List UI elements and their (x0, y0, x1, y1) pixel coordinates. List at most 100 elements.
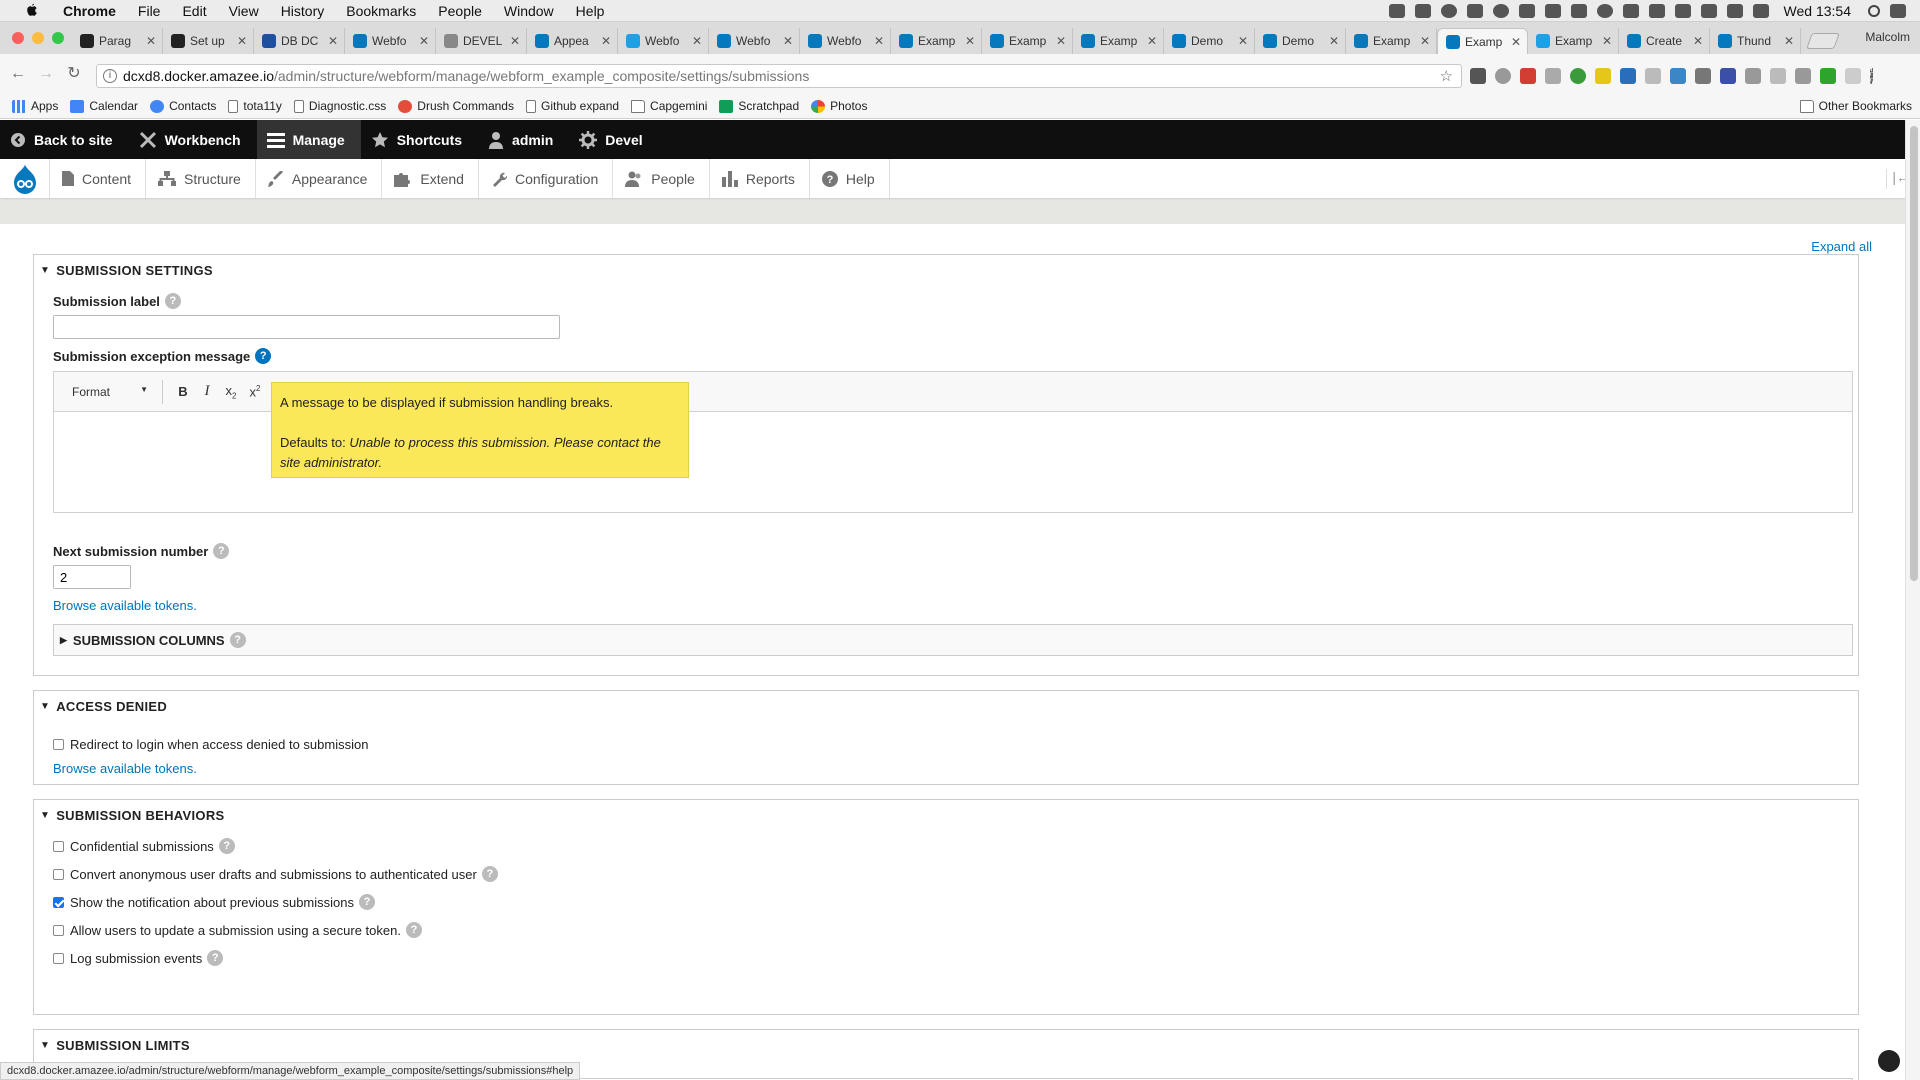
admin-configuration-link[interactable]: Configuration (479, 159, 614, 198)
uk-flag-icon[interactable] (1752, 4, 1769, 18)
address-bar[interactable]: i dcxd8.docker.amazee.io/admin/structure… (96, 64, 1462, 88)
forward-arrow-icon[interactable]: → (36, 64, 56, 84)
pencil-ext-icon[interactable] (1795, 68, 1811, 84)
access-denied-legend[interactable]: ▼ ACCESS DENIED (40, 699, 167, 714)
bluetooth-icon[interactable] (1674, 4, 1691, 18)
browser-tab[interactable]: Demo ✕ (1164, 28, 1255, 54)
behavior-checkbox-row[interactable]: Confidential submissions? (53, 838, 235, 854)
i-ext-icon[interactable] (1720, 68, 1736, 84)
browser-tab[interactable]: DB DC ✕ (254, 28, 345, 54)
browser-tab[interactable]: Webfo ✕ (800, 28, 891, 54)
browser-tab[interactable]: Examp ✕ (1073, 28, 1164, 54)
menu-file[interactable]: File (127, 3, 172, 19)
back-to-site-link[interactable]: Back to site (0, 120, 129, 159)
close-tab-icon[interactable]: ✕ (237, 34, 247, 48)
menu-help[interactable]: Help (565, 3, 616, 19)
submission-limits-legend[interactable]: ▼ SUBMISSION LIMITS (40, 1038, 190, 1053)
new-tab-button[interactable] (1806, 33, 1840, 49)
expand-all-link[interactable]: Expand all (1811, 239, 1872, 254)
bookmark-drush-commands[interactable]: Drush Commands (398, 99, 514, 113)
spotlight-icon[interactable] (1868, 5, 1880, 17)
cloud-ext-icon[interactable] (1645, 68, 1661, 84)
submission-behaviors-legend[interactable]: ▼ SUBMISSION BEHAVIORS (40, 808, 224, 823)
menu-window[interactable]: Window (493, 3, 565, 19)
subscript-button[interactable]: x2 (219, 383, 243, 401)
bookmark-github-expand[interactable]: Github expand (525, 99, 619, 113)
help-icon[interactable]: ? (207, 950, 224, 966)
browser-tab[interactable]: Thund ✕ (1710, 28, 1801, 54)
dropbox-icon[interactable] (1414, 4, 1431, 18)
behavior-checkbox-row[interactable]: Allow users to update a submission using… (53, 922, 422, 938)
browser-tab[interactable]: Set up ✕ (163, 28, 254, 54)
admin-reports-link[interactable]: Reports (710, 159, 810, 198)
close-tab-icon[interactable]: ✕ (419, 34, 429, 48)
close-tab-icon[interactable]: ✕ (328, 34, 338, 48)
format-select[interactable]: Format ▼ (54, 385, 154, 399)
screenshot-ext-icon[interactable] (1545, 68, 1561, 84)
grey-ext-icon[interactable] (1845, 68, 1861, 84)
italic-button[interactable]: I (195, 383, 219, 400)
menu-app-name[interactable]: Chrome (52, 3, 127, 19)
lock-ext-icon[interactable] (1670, 68, 1686, 84)
submission-columns-details[interactable]: ▶ SUBMISSION COLUMNS? (53, 624, 1853, 656)
tab-ext-icon[interactable] (1620, 68, 1636, 84)
close-tab-icon[interactable]: ✕ (1511, 35, 1521, 49)
admin-appearance-link[interactable]: Appearance (256, 159, 383, 198)
help-icon[interactable]: ? (213, 543, 230, 559)
close-tab-icon[interactable]: ✕ (1056, 34, 1066, 48)
help-icon[interactable]: ? (164, 293, 181, 309)
bookmark-diagnostic-css[interactable]: Diagnostic.css (293, 99, 386, 113)
checkbox[interactable] (53, 952, 64, 964)
scrollbar-thumb[interactable] (1910, 126, 1918, 581)
checkbox[interactable] (53, 924, 64, 936)
close-tab-icon[interactable]: ✕ (146, 34, 156, 48)
menu-people[interactable]: People (427, 3, 493, 19)
b-ext-icon[interactable] (1695, 68, 1711, 84)
checkbox[interactable] (53, 739, 64, 750)
menu-edit[interactable]: Edit (171, 3, 217, 19)
cloud-icon[interactable] (1440, 4, 1457, 18)
close-tab-icon[interactable]: ✕ (601, 34, 611, 48)
bookmark-capgemini[interactable]: Capgemini (631, 99, 707, 113)
behavior-checkbox-row[interactable]: Log submission events? (53, 950, 224, 966)
notification-center-icon[interactable] (1890, 4, 1906, 18)
behavior-checkbox-row[interactable]: Show the notification about previous sub… (53, 894, 375, 910)
browser-tab[interactable]: DEVEL ✕ (436, 28, 527, 54)
battery-icon[interactable] (1726, 4, 1743, 18)
notification-icon[interactable] (1492, 4, 1509, 18)
settings-ext-icon[interactable] (1495, 68, 1511, 84)
close-tab-icon[interactable]: ✕ (1784, 34, 1794, 48)
admin-extend-link[interactable]: Extend (382, 159, 479, 198)
bookmark-star-icon[interactable]: ☆ (1440, 67, 1453, 85)
glasses-icon[interactable] (1622, 4, 1639, 18)
help-icon[interactable]: ? (218, 838, 235, 854)
close-tab-icon[interactable]: ✕ (1693, 34, 1703, 48)
evernote-icon[interactable] (1518, 4, 1535, 18)
checkbox[interactable] (53, 896, 64, 908)
close-window-button[interactable] (12, 32, 24, 44)
browser-tab[interactable]: Examp ✕ (891, 28, 982, 54)
bookmark-calendar[interactable]: Calendar (70, 99, 138, 113)
admin-structure-link[interactable]: Structure (146, 159, 256, 198)
apple-icon[interactable] (22, 3, 42, 19)
wifi-icon[interactable] (1700, 4, 1717, 18)
bookmark-photos[interactable]: Photos (811, 99, 867, 113)
admin-help-link[interactable]: ? Help (810, 159, 890, 198)
close-tab-icon[interactable]: ✕ (1147, 34, 1157, 48)
browser-tab[interactable]: Examp ✕ (1346, 28, 1437, 54)
bulb-ext-icon[interactable] (1595, 68, 1611, 84)
user-tab[interactable]: admin (478, 120, 569, 159)
close-tab-icon[interactable]: ✕ (874, 34, 884, 48)
behavior-checkbox-row[interactable]: Convert anonymous user drafts and submis… (53, 866, 498, 882)
checkbox[interactable] (53, 868, 64, 880)
browser-tab[interactable]: Demo ✕ (1255, 28, 1346, 54)
help-icon-active[interactable]: ? (255, 348, 272, 364)
info-icon[interactable]: i (103, 69, 117, 83)
docker-icon[interactable] (1388, 4, 1405, 18)
menu-view[interactable]: View (218, 3, 270, 19)
help-icon[interactable]: ? (481, 866, 498, 882)
close-tab-icon[interactable]: ✕ (1329, 34, 1339, 48)
page-scrollbar[interactable] (1905, 120, 1920, 1080)
help-icon[interactable]: ? (359, 894, 375, 910)
tools-ext-icon[interactable] (1745, 68, 1761, 84)
